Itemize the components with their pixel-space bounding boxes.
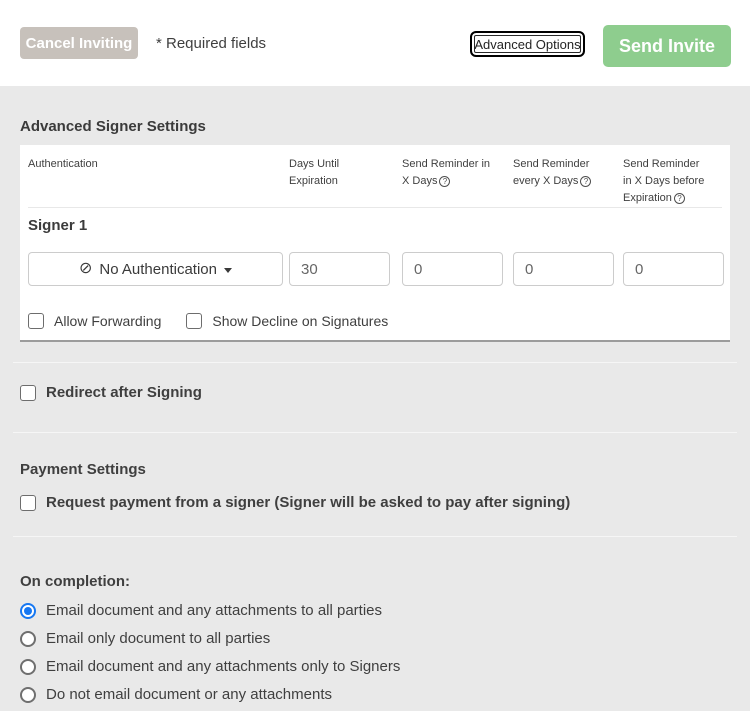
advanced-signer-settings-panel: Authentication Days Until Expiration Sen… [20, 145, 730, 342]
radio-do-not-email[interactable] [20, 687, 36, 703]
send-reminder-before-expiration-input[interactable] [623, 252, 724, 286]
signer-settings-column-headers: Authentication Days Until Expiration Sen… [28, 145, 722, 208]
allow-forwarding-checkbox[interactable] [28, 313, 44, 329]
redirect-after-signing-label: Redirect after Signing [46, 384, 202, 401]
required-fields-note: * Required fields [156, 35, 266, 52]
column-header-send-reminder-in-x-days: Send Reminder in X Days? [402, 156, 513, 207]
column-header-authentication: Authentication [28, 156, 289, 207]
completion-option-email-doc-only: Email only document to all parties [20, 630, 730, 647]
radio-label: Email only document to all parties [46, 630, 270, 647]
section-divider [13, 432, 737, 433]
on-completion-title: On completion: [20, 573, 730, 590]
send-reminder-in-x-days-input[interactable] [402, 252, 503, 286]
request-payment-checkbox[interactable] [20, 495, 36, 511]
payment-settings-title: Payment Settings [20, 461, 730, 478]
authentication-dropdown[interactable]: ⊘ No Authentication [28, 252, 283, 286]
no-authentication-icon: ⊘ [79, 261, 92, 277]
info-icon[interactable]: ? [580, 176, 591, 187]
authentication-dropdown-label: No Authentication [99, 261, 217, 278]
show-decline-label: Show Decline on Signatures [212, 313, 388, 329]
send-reminder-every-x-days-input[interactable] [513, 252, 614, 286]
signer-1-label: Signer 1 [28, 208, 722, 234]
chevron-down-icon [224, 268, 232, 273]
radio-email-only-document-all-parties[interactable] [20, 631, 36, 647]
advanced-signer-settings-title: Advanced Signer Settings [20, 118, 730, 135]
signer-1-options-row: Allow Forwarding Show Decline on Signatu… [28, 313, 722, 329]
allow-forwarding-option: Allow Forwarding [28, 313, 161, 329]
show-decline-option: Show Decline on Signatures [186, 313, 388, 329]
days-until-expiration-input[interactable] [289, 252, 390, 286]
radio-label: Email document and any attachments to al… [46, 602, 382, 619]
request-payment-option: Request payment from a signer (Signer wi… [20, 494, 730, 511]
info-icon[interactable]: ? [674, 193, 685, 204]
column-header-send-reminder-every-x-days: Send Reminder every X Days? [513, 156, 623, 207]
info-icon[interactable]: ? [439, 176, 450, 187]
signer-1-controls-row: ⊘ No Authentication [28, 252, 722, 286]
allow-forwarding-label: Allow Forwarding [54, 313, 161, 329]
radio-label: Do not email document or any attachments [46, 686, 332, 703]
toolbar: Cancel Inviting * Required fields Advanc… [0, 0, 750, 86]
column-header-send-reminder-before-expiration: Send Reminder in X Days before Expiratio… [623, 156, 722, 207]
completion-option-no-email: Do not email document or any attachments [20, 686, 730, 703]
radio-label: Email document and any attachments only … [46, 658, 400, 675]
cancel-inviting-button[interactable]: Cancel Inviting [20, 27, 138, 59]
advanced-options-button[interactable]: Advanced Options [470, 31, 585, 57]
column-header-days-until-expiration: Days Until Expiration [289, 156, 402, 207]
request-payment-label: Request payment from a signer (Signer wi… [46, 494, 570, 511]
show-decline-checkbox[interactable] [186, 313, 202, 329]
send-invite-button[interactable]: Send Invite [603, 25, 731, 67]
completion-option-email-all: Email document and any attachments to al… [20, 602, 730, 619]
radio-email-doc-attachments-all-parties[interactable] [20, 603, 36, 619]
redirect-after-signing-option: Redirect after Signing [20, 384, 730, 401]
section-divider [13, 362, 737, 363]
completion-option-email-signers-only: Email document and any attachments only … [20, 658, 730, 675]
section-divider [13, 536, 737, 537]
on-completion-options: Email document and any attachments to al… [20, 602, 730, 703]
redirect-after-signing-checkbox[interactable] [20, 385, 36, 401]
radio-email-doc-attachments-signers-only[interactable] [20, 659, 36, 675]
